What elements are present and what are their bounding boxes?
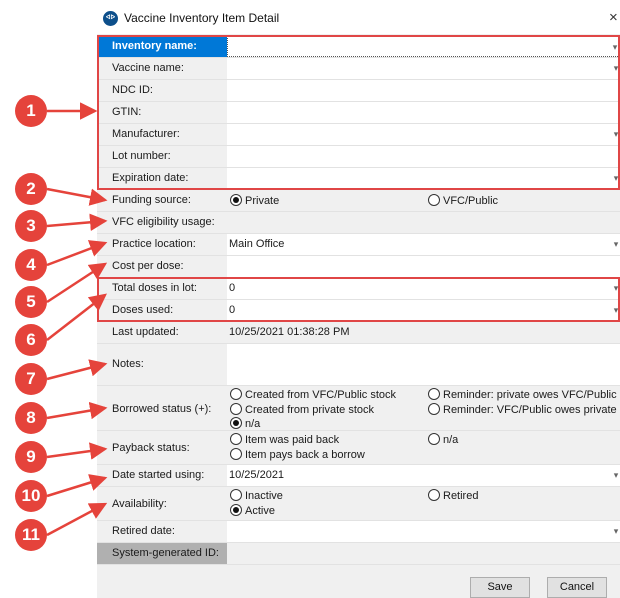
- annotation-badge-8: 8: [15, 402, 47, 434]
- annotation-arrow-7: [46, 359, 108, 381]
- annotation-badge-3: 3: [15, 210, 47, 242]
- annotation-arrow-9: [46, 442, 108, 460]
- annotation-arrow-8: [46, 401, 108, 420]
- annotation-arrows: [46, 102, 108, 537]
- annotation-arrow-5: [46, 262, 108, 304]
- annotation-badge-6: 6: [15, 324, 47, 356]
- annotation-arrow-4: [46, 240, 108, 267]
- annotation-arrow-6: [46, 293, 107, 341]
- annotation-badge-4: 4: [15, 249, 47, 281]
- annotation-badge-11: 11: [15, 519, 47, 551]
- annotation-arrow-2: [46, 187, 108, 206]
- annotation-badge-1: 1: [15, 95, 47, 127]
- annotation-arrow-3: [46, 213, 108, 232]
- annotation-badge-7: 7: [15, 363, 47, 395]
- annotation-arrow-11: [46, 502, 108, 537]
- annotation-badge-2: 2: [15, 173, 47, 205]
- annotation-badge-10: 10: [15, 480, 47, 512]
- annotation-badge-5: 5: [15, 286, 47, 318]
- annotation-badge-9: 9: [15, 441, 47, 473]
- annotation-arrow-10: [46, 474, 108, 498]
